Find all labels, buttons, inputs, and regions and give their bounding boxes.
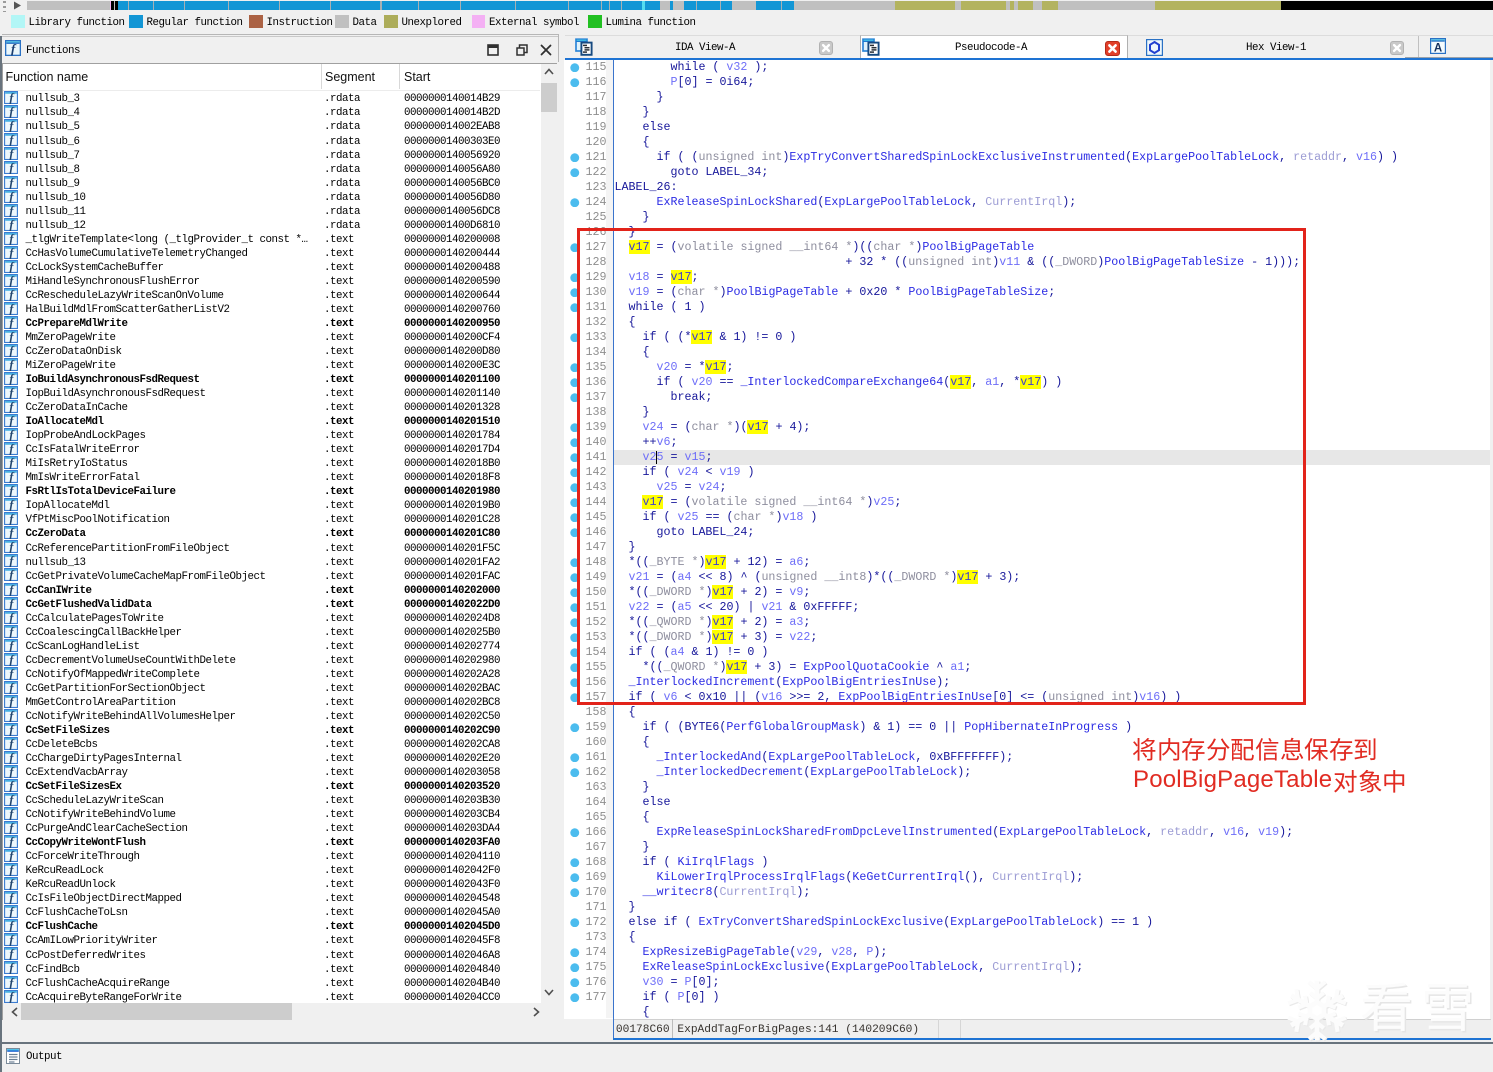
svg-text:A: A [1434, 42, 1442, 54]
